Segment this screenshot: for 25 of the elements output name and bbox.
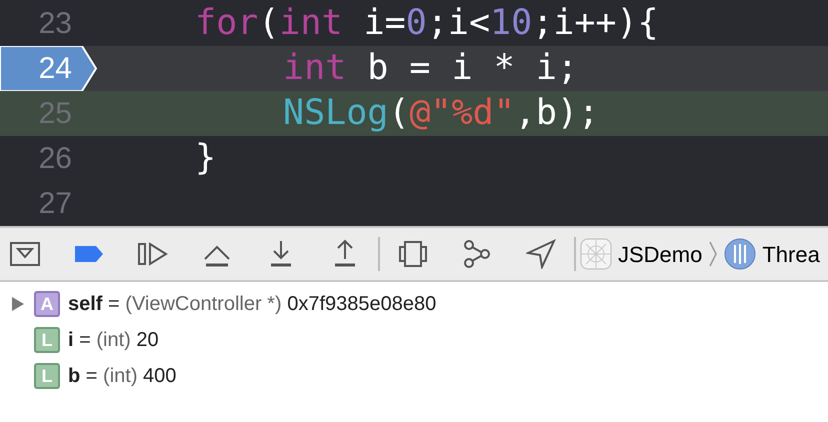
code-line: }: [194, 141, 216, 176]
chevron-icon: [708, 241, 718, 267]
code-line: int b = i * i;: [282, 51, 578, 86]
hide-panel-icon[interactable]: [10, 239, 40, 269]
breadcrumb-item[interactable]: JSDemo: [618, 238, 702, 270]
code-line: NSLog(@"%d",b);: [282, 96, 600, 131]
variable-text: self = (ViewController *) 0x7f9385e08e80: [68, 292, 436, 317]
line-number: 24: [38, 51, 72, 87]
line-number: 23: [38, 6, 72, 42]
variable-badge: A: [34, 291, 60, 317]
line-number: 27: [38, 186, 72, 222]
location-icon[interactable]: [526, 239, 556, 269]
variable-badge: L: [34, 363, 60, 389]
app-icon: [580, 238, 612, 270]
thread-icon: [724, 238, 756, 270]
line-number: 26: [38, 141, 72, 177]
memory-graph-icon[interactable]: [462, 239, 492, 269]
breadcrumb-item[interactable]: Threa: [762, 238, 820, 270]
code-line: for(int i=0;i<10;i++){: [194, 6, 659, 41]
view-hierarchy-icon[interactable]: [398, 239, 428, 269]
variable-badge: L: [34, 327, 60, 353]
instruction-pointer-icon[interactable]: [0, 46, 97, 91]
variable-text: i = (int) 20: [68, 328, 159, 353]
disclosure-triangle-icon[interactable]: [11, 296, 25, 312]
variable-text: b = (int) 400: [68, 364, 176, 389]
